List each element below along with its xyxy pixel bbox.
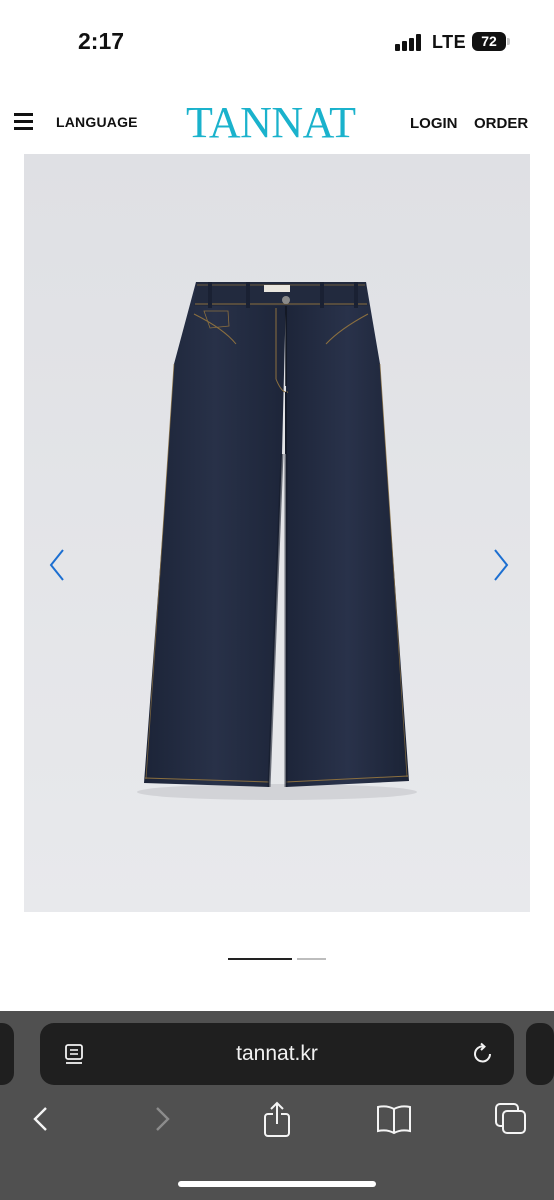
- forward-icon: [156, 1107, 170, 1131]
- product-gallery[interactable]: [24, 154, 530, 912]
- carrier-label: LTE: [432, 32, 467, 52]
- next-image-arrow-icon[interactable]: [484, 545, 514, 585]
- slide-indicator-inactive[interactable]: [297, 958, 326, 960]
- home-indicator[interactable]: [178, 1181, 376, 1187]
- slide-indicator-active[interactable]: [228, 958, 292, 960]
- next-tab-preview[interactable]: [526, 1023, 554, 1085]
- order-link[interactable]: ORDER: [474, 115, 528, 132]
- login-link[interactable]: LOGIN: [410, 115, 458, 132]
- site-logo[interactable]: TANNAT: [186, 100, 356, 146]
- battery-icon: 72: [472, 32, 506, 51]
- browser-toolbar: tannat.kr: [0, 1011, 554, 1200]
- language-link[interactable]: LANGUAGE: [56, 114, 138, 130]
- url-text[interactable]: tannat.kr: [40, 1042, 514, 1066]
- bookmarks-icon[interactable]: [374, 1099, 414, 1139]
- status-time: 2:17: [78, 28, 125, 54]
- previous-tab-preview[interactable]: [0, 1023, 14, 1085]
- status-bar: 2:17 LTE 72: [0, 0, 554, 84]
- previous-image-arrow-icon[interactable]: [44, 545, 74, 585]
- product-image: [24, 154, 530, 912]
- tabs-icon[interactable]: [491, 1099, 531, 1139]
- menu-icon[interactable]: [14, 113, 34, 130]
- signal-icon: [395, 33, 423, 51]
- address-bar[interactable]: tannat.kr: [40, 1023, 514, 1085]
- share-icon[interactable]: [257, 1099, 297, 1139]
- site-header: LANGUAGE TANNAT LOGIN ORDER: [0, 84, 554, 154]
- reload-icon[interactable]: [470, 1041, 496, 1067]
- battery-nub: [507, 38, 510, 45]
- back-icon[interactable]: [22, 1099, 62, 1139]
